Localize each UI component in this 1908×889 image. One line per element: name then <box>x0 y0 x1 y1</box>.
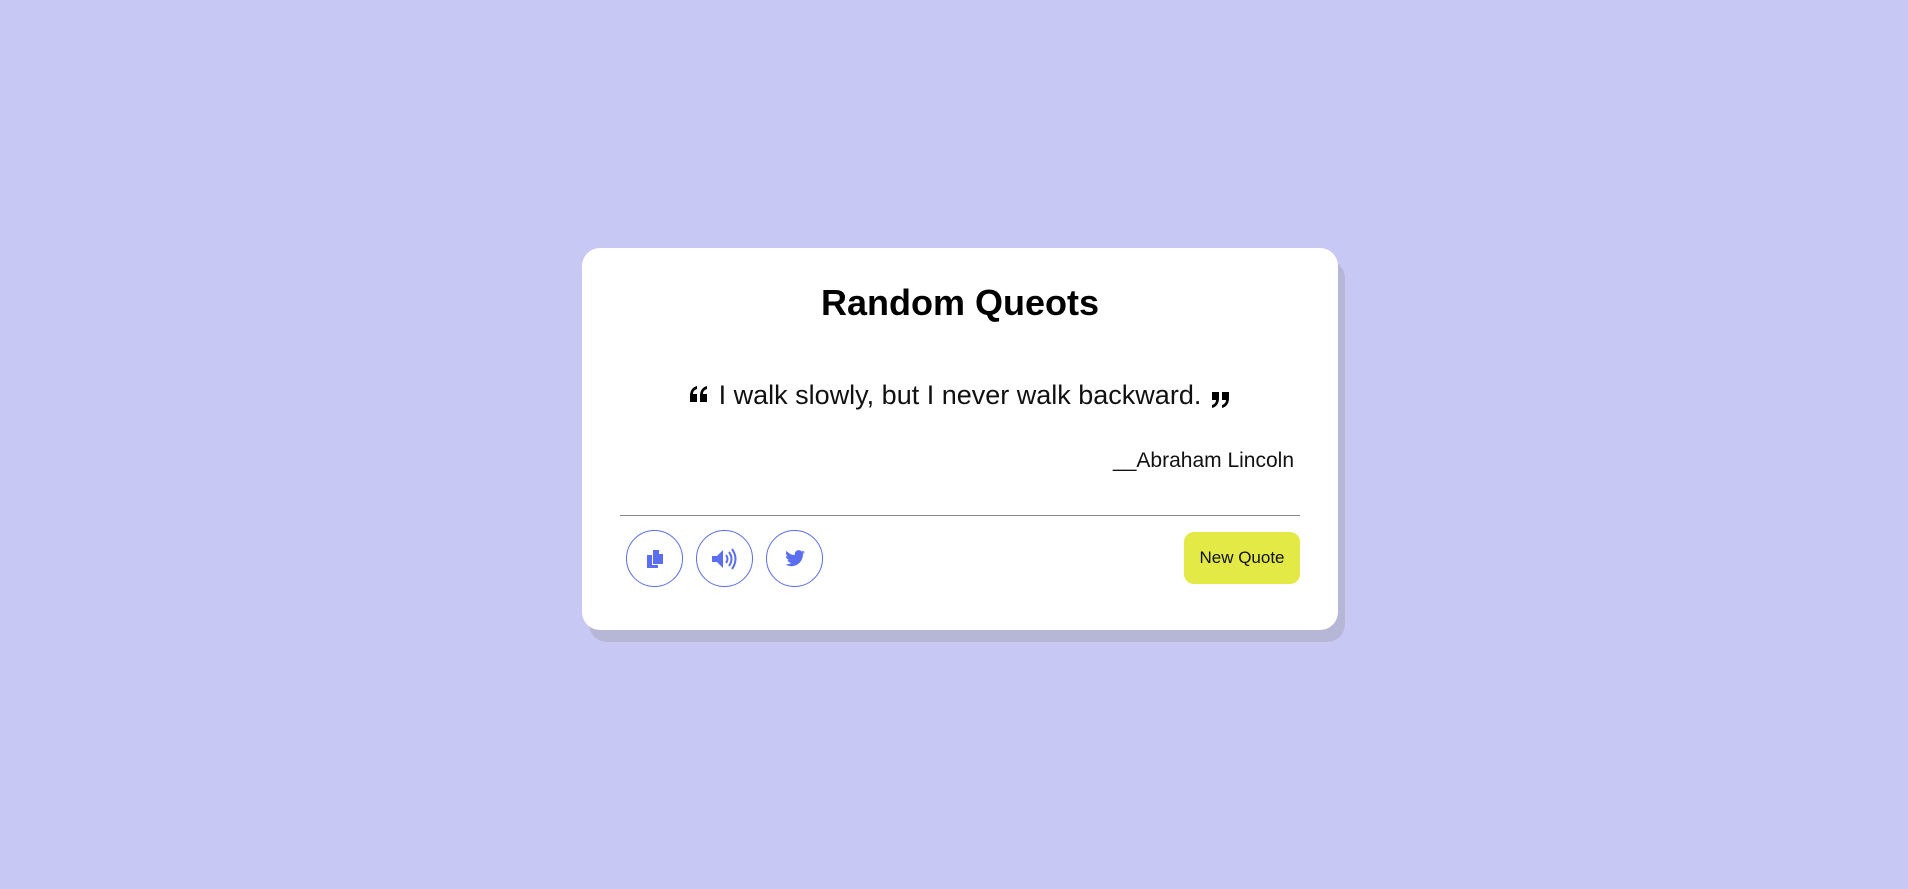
copy-button[interactable] <box>626 530 683 587</box>
quote-area: I walk slowly, but I never walk backward… <box>582 378 1338 412</box>
copy-icon <box>645 548 665 570</box>
speak-button[interactable] <box>696 530 753 587</box>
new-quote-button[interactable]: New Quote <box>1184 532 1300 584</box>
volume-icon <box>711 547 739 570</box>
divider <box>620 515 1300 516</box>
quote-card: Random Queots I walk slowly, but I never… <box>582 248 1338 630</box>
tweet-button[interactable] <box>766 530 823 587</box>
quote-text: I walk slowly, but I never walk backward… <box>718 380 1202 410</box>
twitter-icon <box>784 549 806 568</box>
page-title: Random Queots <box>820 282 1099 323</box>
quote-left-icon <box>689 378 709 402</box>
quote-author: __Abraham Lincoln <box>1113 449 1294 472</box>
quote-right-icon <box>1211 384 1231 408</box>
